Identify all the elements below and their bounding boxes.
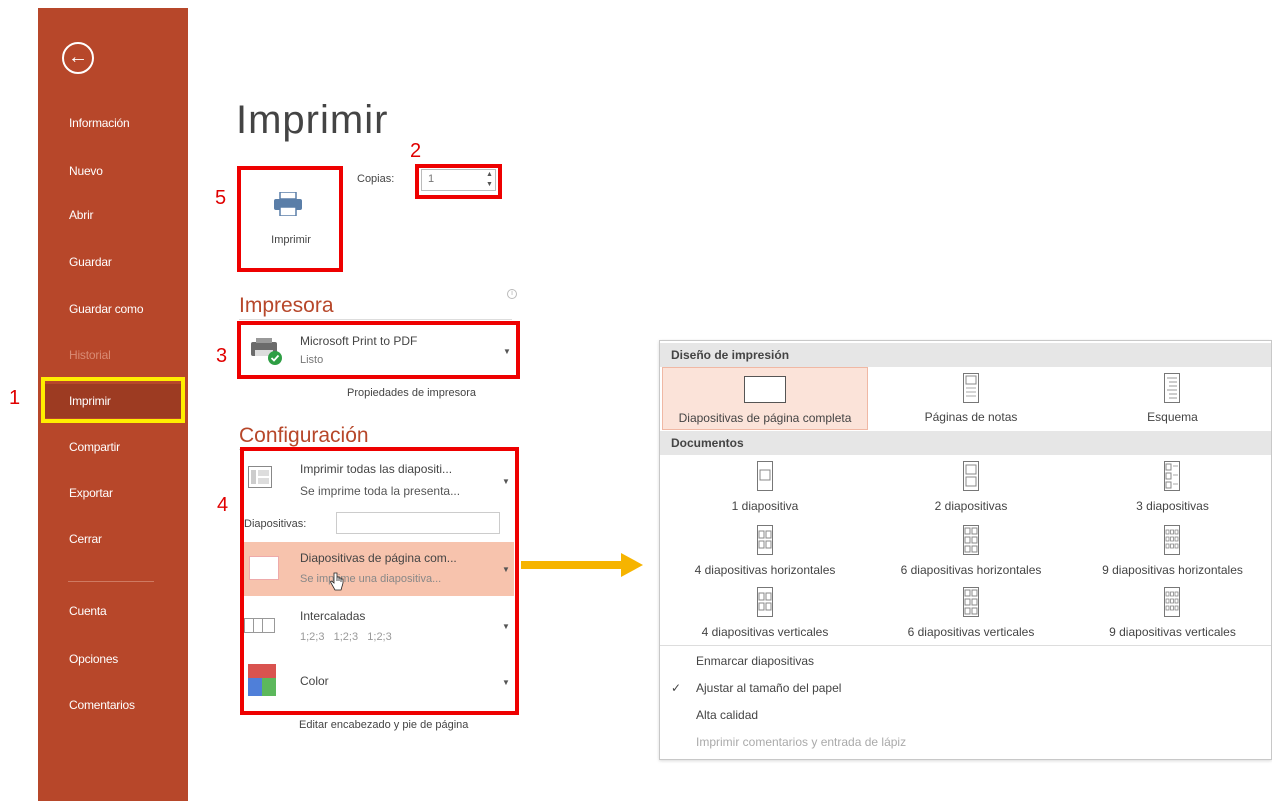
info-icon[interactable]: i bbox=[507, 289, 517, 299]
full-page-icon bbox=[744, 376, 786, 403]
config-section-title: Configuración bbox=[239, 424, 369, 447]
layout-header: Diseño de impresión bbox=[660, 343, 1271, 367]
option-high-quality[interactable]: Alta calidad bbox=[696, 708, 758, 722]
notes-pages-icon bbox=[963, 373, 979, 403]
option-frame-slides[interactable]: Enmarcar diapositivas bbox=[696, 654, 814, 668]
annotation-highlight-imprimir bbox=[41, 377, 185, 423]
annotation-box-settings bbox=[240, 447, 519, 715]
layout-label: 6 diapositivas verticales bbox=[907, 625, 1035, 639]
printer-section-title: Impresora bbox=[239, 294, 334, 317]
sidebar-item-abrir[interactable]: Abrir bbox=[69, 208, 94, 222]
layout-label: 9 diapositivas horizontales bbox=[1102, 563, 1243, 577]
sidebar-item-comentarios[interactable]: Comentarios bbox=[69, 698, 135, 712]
header-footer-link[interactable]: Editar encabezado y pie de página bbox=[299, 719, 468, 731]
page-title: Imprimir bbox=[236, 98, 389, 142]
layout-label: 1 diapositiva bbox=[731, 499, 799, 513]
handout-3-icon bbox=[1164, 461, 1180, 491]
handout-6-vertical[interactable]: 6 diapositivas verticales bbox=[868, 583, 1074, 643]
sidebar-item-nuevo[interactable]: Nuevo bbox=[69, 164, 103, 178]
layout-label: Páginas de notas bbox=[924, 410, 1018, 424]
handouts-header: Documentos bbox=[660, 431, 1271, 455]
layout-label: 3 diapositivas bbox=[1136, 499, 1209, 513]
layout-label: Diapositivas de página completa bbox=[678, 411, 852, 425]
handout-3-slides[interactable]: 3 diapositivas bbox=[1074, 457, 1271, 517]
handout-9v-icon bbox=[1164, 587, 1180, 617]
layout-label: 2 diapositivas bbox=[934, 499, 1008, 513]
handout-9-horizontal[interactable]: 9 diapositivas horizontales bbox=[1074, 521, 1271, 581]
printer-section-separator bbox=[239, 319, 512, 320]
annotation-box-printer bbox=[237, 321, 520, 379]
outline-icon bbox=[1164, 373, 1180, 403]
handout-4h-icon bbox=[757, 525, 773, 555]
annotation-box-print-button bbox=[237, 166, 343, 272]
handout-6-horizontal[interactable]: 6 diapositivas horizontales bbox=[868, 521, 1074, 581]
annotation-number-1: 1 bbox=[9, 387, 21, 409]
layout-label: 4 diapositivas horizontales bbox=[694, 563, 836, 577]
layout-label: 4 diapositivas verticales bbox=[701, 625, 829, 639]
sidebar-item-guardar[interactable]: Guardar bbox=[69, 255, 112, 269]
handout-1-slide[interactable]: 1 diapositiva bbox=[662, 457, 868, 517]
option-fit-to-paper[interactable]: Ajustar al tamaño del papel bbox=[696, 681, 841, 695]
handout-4-horizontal[interactable]: 4 diapositivas horizontales bbox=[662, 521, 868, 581]
sidebar-item-informacion[interactable]: Información bbox=[69, 116, 130, 130]
annotation-number-4: 4 bbox=[217, 494, 229, 516]
layout-label: 6 diapositivas horizontales bbox=[900, 563, 1042, 577]
copies-label: Copias: bbox=[357, 173, 395, 185]
sidebar-item-guardar-como[interactable]: Guardar como bbox=[69, 302, 144, 316]
handout-9-vertical[interactable]: 9 diapositivas verticales bbox=[1074, 583, 1271, 643]
sidebar-separator bbox=[68, 581, 154, 582]
handout-6v-icon bbox=[963, 587, 979, 617]
sidebar-item-cerrar[interactable]: Cerrar bbox=[69, 532, 102, 546]
handout-1-icon bbox=[757, 461, 773, 491]
option-print-comments: Imprimir comentarios y entrada de lápiz bbox=[696, 735, 907, 749]
layout-label: 9 diapositivas verticales bbox=[1109, 625, 1236, 639]
handout-2-icon bbox=[963, 461, 979, 491]
annotation-number-3: 3 bbox=[216, 345, 228, 367]
print-layout-popup: Diseño de impresión Diapositivas de pági… bbox=[659, 340, 1272, 760]
back-arrow-icon[interactable]: ← bbox=[62, 42, 94, 74]
sidebar-item-opciones[interactable]: Opciones bbox=[69, 652, 118, 666]
options-separator bbox=[660, 645, 1271, 646]
annotation-number-5: 5 bbox=[215, 187, 227, 209]
annotation-arrow-icon bbox=[521, 553, 643, 577]
handout-6h-icon bbox=[963, 525, 979, 555]
sidebar-item-historial: Historial bbox=[69, 348, 111, 362]
checkmark-icon: ✓ bbox=[671, 681, 682, 695]
handout-2-slides[interactable]: 2 diapositivas bbox=[868, 457, 1074, 517]
handout-9h-icon bbox=[1164, 525, 1180, 555]
sidebar-item-cuenta[interactable]: Cuenta bbox=[69, 604, 107, 618]
sidebar-item-compartir[interactable]: Compartir bbox=[69, 440, 120, 454]
annotation-number-2: 2 bbox=[410, 140, 422, 162]
handout-4-vertical[interactable]: 4 diapositivas verticales bbox=[662, 583, 868, 643]
annotation-box-copies bbox=[415, 164, 502, 199]
layout-label: Esquema bbox=[1147, 410, 1198, 424]
sidebar-item-exportar[interactable]: Exportar bbox=[69, 486, 113, 500]
layout-notes-pages[interactable]: Páginas de notas bbox=[868, 367, 1074, 430]
printer-properties-link[interactable]: Propiedades de impresora bbox=[347, 387, 476, 399]
handout-4v-icon bbox=[757, 587, 773, 617]
layout-full-page[interactable]: Diapositivas de página completa bbox=[662, 367, 868, 430]
layout-outline[interactable]: Esquema bbox=[1074, 367, 1271, 430]
